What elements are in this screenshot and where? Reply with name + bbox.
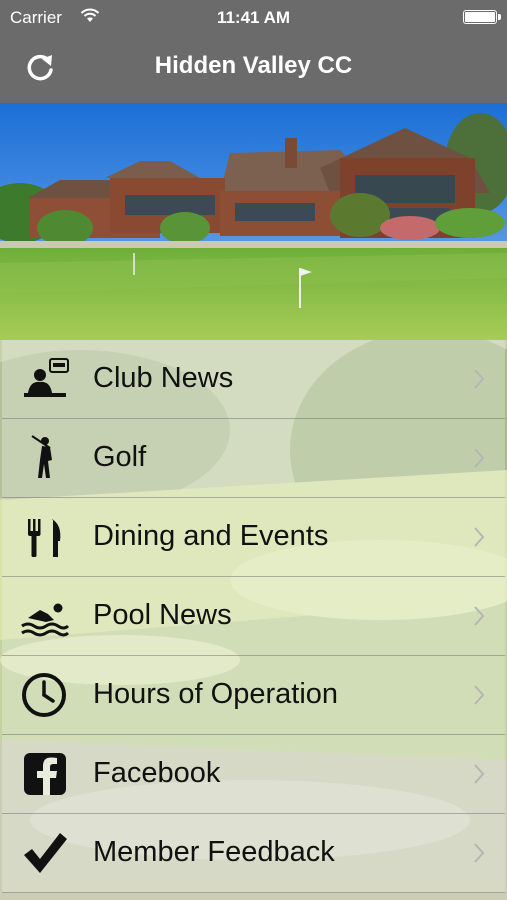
clock-icon	[22, 673, 66, 717]
menu-item-label: Club News	[93, 362, 234, 394]
chevron-right-icon	[474, 764, 485, 784]
chevron-right-icon	[474, 448, 485, 468]
menu-item-member-feedback[interactable]: Member Feedback	[2, 814, 505, 893]
chevron-right-icon	[474, 843, 485, 863]
menu-item-label: Facebook	[93, 757, 221, 789]
facebook-icon	[24, 753, 66, 795]
checkmark-icon	[24, 833, 67, 873]
page-title: Hidden Valley CC	[154, 52, 353, 79]
menu-item-hours-of-operation[interactable]: Hours of Operation	[2, 656, 505, 735]
chevron-right-icon	[474, 527, 485, 547]
battery-icon	[463, 10, 501, 24]
menu-item-pool-news[interactable]: Pool News	[2, 577, 505, 656]
menu-item-club-news[interactable]: Club News	[2, 340, 505, 419]
swimmer-icon	[21, 603, 70, 637]
chevron-right-icon	[474, 606, 485, 626]
clubhouse-hero-image	[0, 103, 507, 340]
menu-item-dining-and-events[interactable]: Dining and Events	[2, 498, 505, 577]
navigation-bar: Carrier 11:41 AM Hidden Valley CC	[0, 0, 507, 103]
menu-item-golf[interactable]: Golf	[2, 419, 505, 498]
chevron-right-icon	[474, 685, 485, 705]
menu-item-label: Golf	[93, 441, 147, 473]
menu-item-label: Pool News	[93, 599, 232, 631]
main-menu: Club News Golf Dining and Events Pool Ne…	[0, 340, 507, 900]
fork-knife-icon	[28, 519, 61, 557]
menu-item-label: Dining and Events	[93, 520, 329, 552]
golfer-icon	[31, 435, 52, 478]
news-icon	[24, 358, 69, 397]
menu-item-label: Hours of Operation	[93, 678, 339, 710]
chevron-right-icon	[474, 369, 485, 389]
menu-item-label: Member Feedback	[93, 836, 335, 868]
menu-item-facebook[interactable]: Facebook	[2, 735, 505, 814]
clock-time: 11:41 AM	[216, 8, 291, 27]
status-bar: Carrier 11:41 AM	[0, 0, 507, 36]
